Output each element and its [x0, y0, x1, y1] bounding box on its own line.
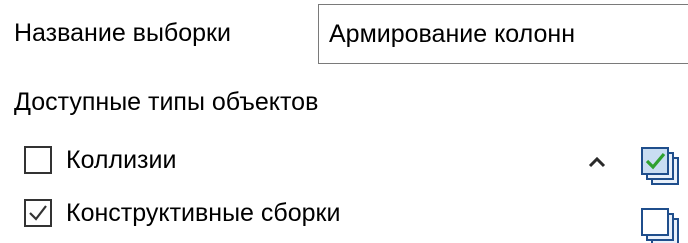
- uncheck-all-button[interactable]: [640, 207, 686, 243]
- selection-name-input[interactable]: [318, 4, 688, 64]
- selection-settings-panel: Название выборки Доступные типы объектов…: [0, 0, 688, 243]
- uncheck-all-stack-icon: [641, 208, 679, 243]
- object-type-collisions[interactable]: Коллизии: [24, 144, 176, 176]
- selection-name-label: Название выборки: [14, 19, 231, 47]
- object-type-structural-assemblies[interactable]: Конструктивные сборки: [24, 197, 340, 229]
- available-object-types-label: Доступные типы объектов: [14, 88, 319, 116]
- collisions-label: Коллизии: [66, 146, 177, 174]
- check-all-button[interactable]: [640, 146, 686, 188]
- structural-assemblies-checkbox[interactable]: [24, 199, 52, 227]
- check-all-stack-icon: [641, 147, 679, 185]
- scroll-up-button[interactable]: [584, 149, 610, 175]
- structural-assemblies-label: Конструктивные сборки: [66, 199, 341, 227]
- collisions-checkbox[interactable]: [24, 146, 52, 174]
- checkmark-icon: [29, 205, 47, 221]
- chevron-up-icon: [588, 156, 606, 168]
